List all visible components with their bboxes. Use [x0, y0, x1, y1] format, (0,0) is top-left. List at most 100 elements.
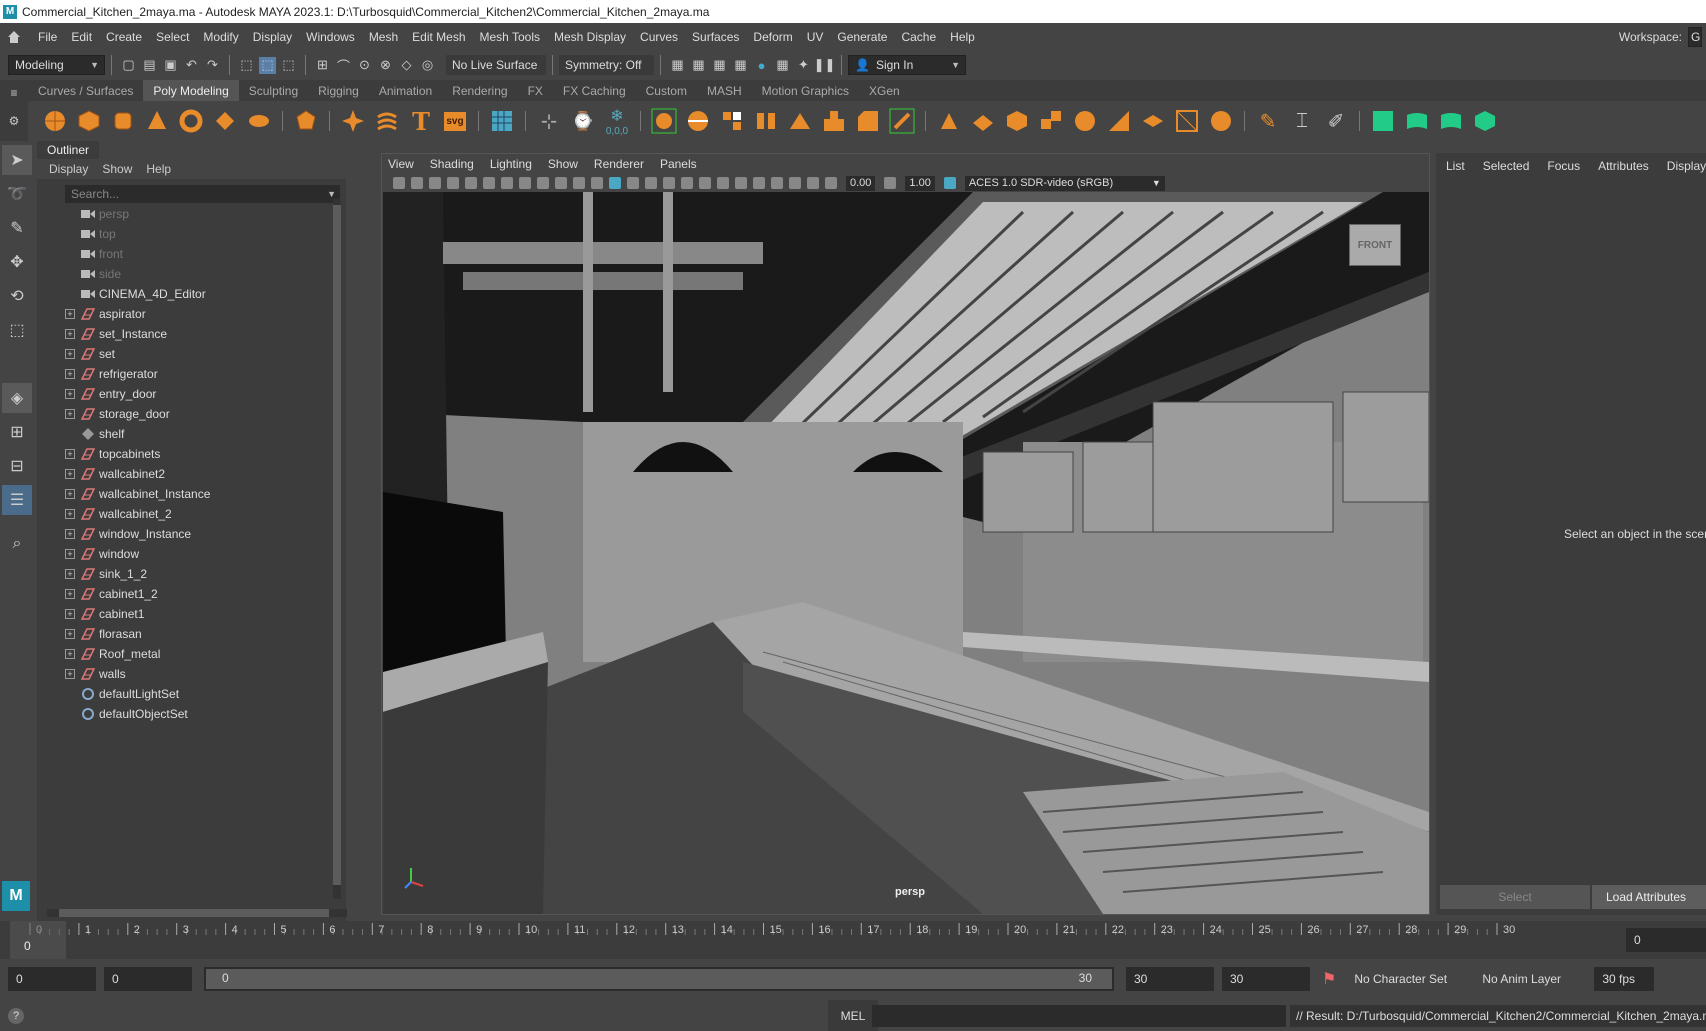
poly-disc-icon[interactable]	[244, 106, 274, 136]
outliner-item[interactable]: top	[37, 224, 346, 244]
menu-file[interactable]: File	[31, 30, 64, 44]
separate-icon[interactable]	[683, 106, 713, 136]
anti-aliasing-icon[interactable]	[735, 177, 747, 189]
menu-edit-mesh[interactable]: Edit Mesh	[405, 30, 472, 44]
shelf-tab-mash[interactable]: MASH	[697, 80, 752, 101]
save-scene-icon[interactable]: ▣	[162, 57, 179, 74]
outliner-menu-help[interactable]: Help	[146, 162, 171, 176]
expand-icon[interactable]: +	[65, 629, 75, 639]
pause-icon[interactable]: ❚❚	[814, 57, 836, 74]
current-frame-field[interactable]: 0	[1626, 928, 1706, 952]
snap-point-icon[interactable]: ⊙	[356, 57, 373, 74]
exposure-field[interactable]: 0.00	[846, 175, 876, 191]
outliner-item[interactable]: + cabinet1_2	[37, 584, 346, 604]
light-editor-icon[interactable]: ✦	[795, 57, 812, 74]
wireframe-on-shaded-icon[interactable]	[627, 177, 639, 189]
uv-unfold-icon[interactable]	[1402, 106, 1432, 136]
poly-sphere-icon[interactable]	[40, 106, 70, 136]
viewport-menu-renderer[interactable]: Renderer	[594, 157, 644, 171]
expand-icon[interactable]: +	[65, 669, 75, 679]
outliner-item[interactable]: + storage_door	[37, 404, 346, 424]
menu-mesh[interactable]: Mesh	[362, 30, 405, 44]
poly-cone-icon[interactable]	[142, 106, 172, 136]
uv-cut-icon[interactable]	[1436, 106, 1466, 136]
shadows-icon[interactable]	[681, 177, 693, 189]
outliner-item[interactable]: + wallcabinet_2	[37, 504, 346, 524]
safe-title-icon[interactable]	[573, 177, 585, 189]
expand-icon[interactable]: +	[65, 649, 75, 659]
character-set-dropdown[interactable]: No Character Set	[1348, 969, 1469, 989]
expand-icon[interactable]: +	[65, 329, 75, 339]
shelf-tab-animation[interactable]: Animation	[369, 80, 442, 101]
outliner-menu-show[interactable]: Show	[102, 162, 132, 176]
menu-deform[interactable]: Deform	[746, 30, 799, 44]
current-frame-marker[interactable]	[10, 921, 66, 959]
xray-icon[interactable]	[789, 177, 801, 189]
load-attributes-button[interactable]: Load Attributes	[1592, 885, 1706, 909]
insert-edge-loop-icon[interactable]	[968, 106, 998, 136]
color-management-icon[interactable]	[943, 177, 956, 189]
camera-icon[interactable]	[393, 177, 405, 189]
uv-planar-icon[interactable]	[1470, 106, 1500, 136]
range-handle[interactable]	[206, 969, 1112, 989]
snap-grid-icon[interactable]: ⊞	[314, 57, 331, 74]
snap-live-icon[interactable]: ◎	[419, 57, 436, 74]
outliner-item[interactable]: + Roof_metal	[37, 644, 346, 664]
anim-end-field[interactable]: 30	[1222, 967, 1310, 991]
menu-edit[interactable]: Edit	[64, 30, 99, 44]
menu-modify[interactable]: Modify	[196, 30, 245, 44]
outliner-scrollbar[interactable]	[333, 199, 341, 899]
uv-editor-icon[interactable]	[487, 106, 517, 136]
shelf-tab-rendering[interactable]: Rendering	[442, 80, 517, 101]
select-button[interactable]: Select	[1440, 885, 1590, 909]
camera-attr-icon[interactable]	[411, 177, 423, 189]
pen-tool-icon[interactable]: ✐	[1321, 106, 1351, 136]
gear-icon[interactable]: ⚙	[0, 114, 28, 128]
outliner-item[interactable]: front	[37, 244, 346, 264]
svg-tool-icon[interactable]: svg	[440, 106, 470, 136]
outliner-item[interactable]: persp	[37, 204, 346, 224]
workspace-dropdown[interactable]: G	[1688, 27, 1702, 47]
expand-icon[interactable]: +	[65, 589, 75, 599]
film-gate-icon[interactable]	[483, 177, 495, 189]
menu-cache[interactable]: Cache	[894, 30, 943, 44]
playback-start-field[interactable]: 0	[104, 967, 192, 991]
combine-icon[interactable]	[649, 106, 679, 136]
outliner-item[interactable]: defaultObjectSet	[37, 704, 346, 724]
render-settings-icon[interactable]: ▦	[732, 57, 749, 74]
viewport-menu-shading[interactable]: Shading	[430, 157, 474, 171]
search-input[interactable]: Search...	[71, 187, 119, 201]
menu-select[interactable]: Select	[149, 30, 196, 44]
mirror-icon[interactable]	[751, 106, 781, 136]
viewport-menu-panels[interactable]: Panels	[660, 157, 697, 171]
select-hierarchy-icon[interactable]: ⬚	[238, 57, 255, 74]
expand-icon[interactable]: +	[65, 349, 75, 359]
poly-plane-icon[interactable]	[210, 106, 240, 136]
outliner-item[interactable]: + window	[37, 544, 346, 564]
platonic-solid-icon[interactable]	[291, 106, 321, 136]
scrollbar-thumb[interactable]	[333, 205, 341, 885]
lasso-tool-icon[interactable]: ➰	[2, 179, 32, 209]
delete-history-icon[interactable]: ⌚	[568, 106, 598, 136]
new-scene-icon[interactable]: ▢	[120, 57, 137, 74]
gate-mask-icon[interactable]	[519, 177, 531, 189]
gamma-icon[interactable]	[884, 177, 897, 189]
render-setup-icon[interactable]: ▦	[774, 57, 791, 74]
wireframe-icon[interactable]	[591, 177, 603, 189]
layout-single-icon[interactable]: ◈	[2, 383, 32, 413]
poly-cylinder-icon[interactable]	[108, 106, 138, 136]
open-scene-icon[interactable]: ▤	[141, 57, 158, 74]
expand-icon[interactable]: +	[65, 609, 75, 619]
outliner-item[interactable]: + topcabinets	[37, 444, 346, 464]
redo-icon[interactable]: ↷	[204, 57, 221, 74]
bevel-icon[interactable]	[853, 106, 883, 136]
attr-tab-list[interactable]: List	[1446, 159, 1465, 173]
shelf-tab-poly-modeling[interactable]: Poly Modeling	[143, 80, 239, 101]
expand-icon[interactable]: +	[65, 509, 75, 519]
hscrollbar-thumb[interactable]	[59, 909, 329, 917]
playback-end-field[interactable]: 30	[1126, 967, 1214, 991]
select-tool-icon[interactable]: ➤	[2, 145, 32, 175]
smooth-shade-icon[interactable]	[609, 177, 621, 189]
expand-icon[interactable]: +	[65, 489, 75, 499]
poly-torus-icon[interactable]	[176, 106, 206, 136]
